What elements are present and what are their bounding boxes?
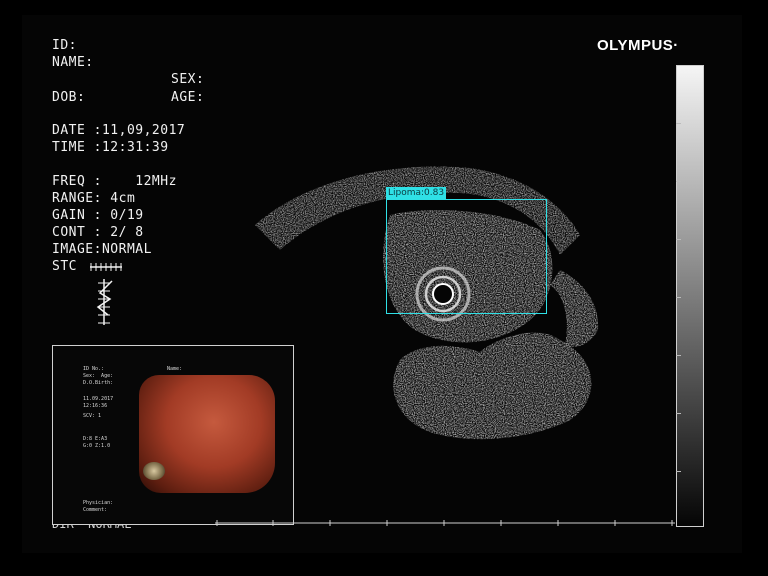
pip-name: Name: (167, 366, 183, 372)
stc-curve-icon (96, 279, 113, 325)
range-readout: RANGE: 4cm (52, 191, 136, 206)
pip-sex-age: Sex: Age: (83, 373, 114, 379)
pip-line2: G:0 Z:1.0 (83, 443, 111, 449)
age-label: AGE: (171, 90, 205, 105)
cont-readout: CONT : 2/ 8 (52, 225, 144, 240)
freq-readout: FREQ : 12MHz (52, 174, 177, 189)
image-readout: IMAGE:NORMAL (52, 242, 152, 257)
dob-label: DOB: (52, 90, 86, 105)
pip-scv: SCV: 1 (83, 413, 102, 419)
stc-label: STC (52, 259, 77, 274)
sex-label: SEX: (171, 72, 205, 87)
gain-readout: GAIN : 0/19 (52, 208, 144, 223)
brand-logo: OLYMPUS· (597, 37, 679, 54)
detection-bounding-box (386, 199, 547, 314)
grayscale-ticks (676, 65, 682, 525)
time-readout: TIME :12:31:39 (52, 140, 169, 155)
pip-time: 12:16:36 (83, 403, 108, 409)
ultrasound-display: OLYMPUS· ID: NAME: SEX: DOB: AGE: DATE :… (0, 0, 768, 576)
stc-ruler-icon (90, 263, 122, 271)
tissue-echo (550, 270, 599, 347)
pip-date: 11.09.2017 (83, 396, 114, 402)
pip-comment: Comment: (83, 507, 108, 513)
endoscopy-inset: ID No.: Sex: Age: D.O.Birth: Name: 11.09… (52, 345, 294, 525)
pip-id: ID No.: (83, 366, 108, 372)
lower-tissue-mass (393, 332, 592, 440)
date-readout: DATE :11,09,2017 (52, 123, 186, 138)
pip-line1: D:8 E:A3 (83, 436, 108, 442)
pip-physician: Physician: (83, 500, 114, 506)
depth-scale-bottom (215, 520, 675, 526)
pip-dob: D.O.Birth: (83, 380, 114, 386)
id-label: ID: (52, 38, 77, 53)
detection-label: Lipoma:0.83 (386, 187, 447, 199)
ultrasound-probe-tip (143, 462, 165, 480)
name-label: NAME: (52, 55, 94, 70)
